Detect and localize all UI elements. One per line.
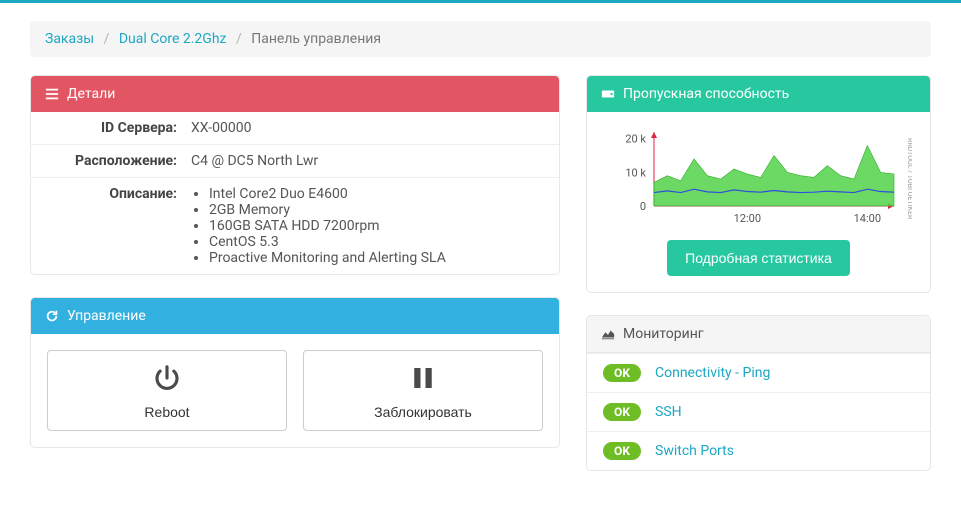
breadcrumb: Заказы / Dual Core 2.2Ghz / Панель управ…	[30, 21, 931, 57]
svg-text:10 k: 10 k	[625, 166, 646, 179]
svg-text:12:00: 12:00	[733, 212, 760, 225]
block-label: Заблокировать	[310, 404, 536, 420]
description-item: 160GB SATA HDD 7200rpm	[209, 218, 549, 234]
drive-icon	[601, 87, 615, 101]
description-label: Описание:	[41, 186, 191, 266]
reboot-label: Reboot	[54, 404, 280, 420]
monitoring-link[interactable]: Connectivity - Ping	[655, 365, 770, 381]
monitoring-title: Мониторинг	[623, 326, 704, 342]
description-item: Proactive Monitoring and Alerting SLA	[209, 250, 549, 266]
breadcrumb-current: Панель управления	[251, 31, 381, 47]
monitoring-heading: Мониторинг	[587, 316, 930, 353]
pause-icon	[310, 363, 536, 398]
monitoring-item: OK Switch Ports	[587, 431, 930, 470]
breadcrumb-orders[interactable]: Заказы	[45, 31, 94, 47]
bandwidth-chart: 0 10 k 20 k 12:00 14:00 RRDTOOL / TOBI OETIKE…	[597, 126, 920, 226]
svg-text:20 k: 20 k	[625, 133, 646, 146]
reboot-button[interactable]: Reboot	[47, 350, 287, 431]
description-value: Intel Core2 Duo E46002GB Memory160GB SAT…	[191, 186, 549, 266]
bandwidth-panel: Пропускная способность 0 10 k 20 k 12:00 14:…	[586, 75, 931, 293]
svg-text:14:00: 14:00	[853, 212, 880, 225]
refresh-icon	[45, 309, 59, 323]
details-heading: Детали	[31, 76, 559, 112]
monitoring-link[interactable]: SSH	[655, 404, 682, 420]
management-heading: Управление	[31, 298, 559, 334]
svg-text:RRDTOOL / TOBI OETIKER: RRDTOOL / TOBI OETIKER	[906, 138, 912, 220]
monitoring-link[interactable]: Switch Ports	[655, 443, 734, 459]
list-icon	[45, 87, 59, 101]
management-panel: Управление Reboot Заблокировать	[30, 297, 560, 448]
management-title: Управление	[67, 308, 146, 324]
details-title: Детали	[67, 86, 115, 102]
block-button[interactable]: Заблокировать	[303, 350, 543, 431]
location-value: C4 @ DC5 North Lwr	[191, 153, 549, 169]
status-badge: OK	[603, 403, 641, 421]
svg-text:0: 0	[639, 200, 645, 213]
bandwidth-title: Пропускная способность	[623, 86, 789, 102]
monitoring-item: OK SSH	[587, 392, 930, 431]
power-icon	[54, 363, 280, 398]
location-label: Расположение:	[41, 153, 191, 169]
server-id-value: XX-00000	[191, 120, 549, 136]
area-chart-icon	[601, 327, 615, 341]
status-badge: OK	[603, 442, 641, 460]
monitoring-panel: Мониторинг OK Connectivity - Ping OK SSH OK S…	[586, 315, 931, 471]
breadcrumb-product[interactable]: Dual Core 2.2Ghz	[119, 31, 227, 47]
breadcrumb-sep: /	[230, 31, 248, 47]
breadcrumb-sep: /	[98, 31, 116, 47]
status-badge: OK	[603, 364, 641, 382]
description-item: Intel Core2 Duo E4600	[209, 186, 549, 202]
detailed-stats-button[interactable]: Подробная статистика	[667, 240, 850, 276]
details-panel: Детали ID Сервера: XX-00000 Расположение…	[30, 75, 560, 275]
description-item: 2GB Memory	[209, 202, 549, 218]
bandwidth-heading: Пропускная способность	[587, 76, 930, 112]
server-id-label: ID Сервера:	[41, 120, 191, 136]
monitoring-item: OK Connectivity - Ping	[587, 353, 930, 392]
description-item: CentOS 5.3	[209, 234, 549, 250]
